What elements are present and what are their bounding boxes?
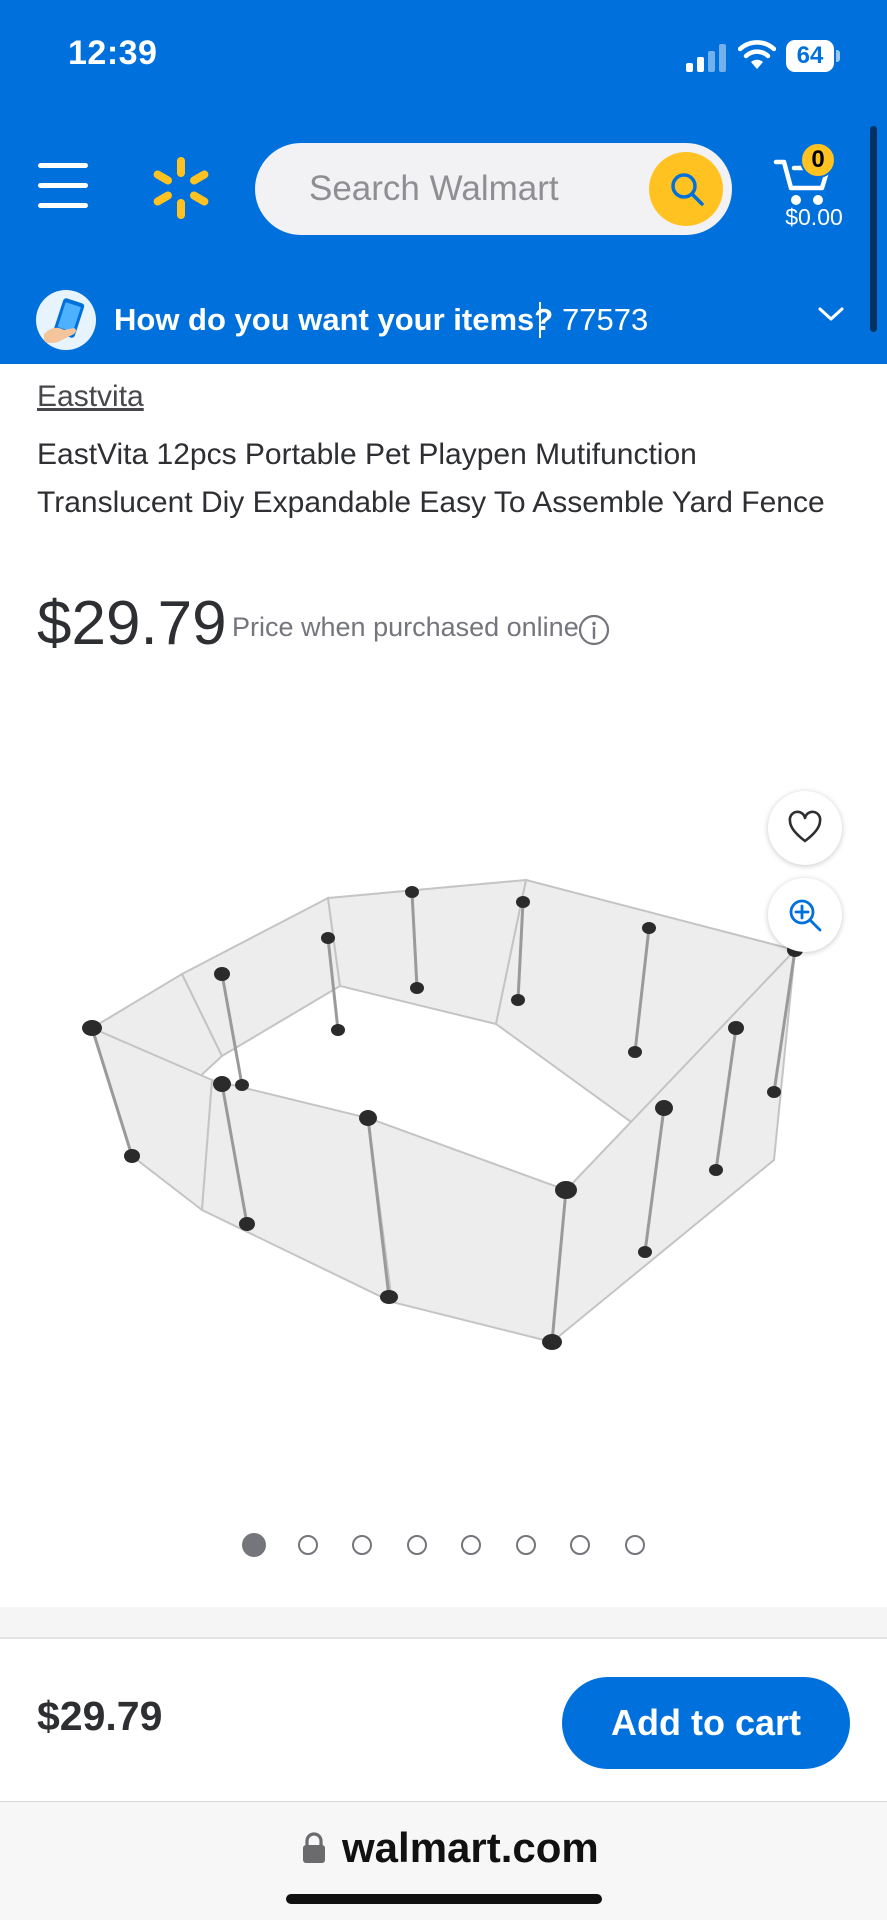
carousel-dot-1[interactable]	[242, 1533, 266, 1557]
status-time: 12:39	[68, 34, 158, 72]
delivery-selector[interactable]: How do you want your items? 77573	[0, 282, 887, 364]
info-icon[interactable]	[578, 614, 610, 646]
product-title: EastVita 12pcs Portable Pet Playpen Muti…	[37, 438, 825, 519]
carousel-dot-2[interactable]	[298, 1535, 318, 1555]
favorite-button[interactable]	[768, 791, 842, 865]
delivery-zip: 77573	[562, 302, 649, 337]
url-text[interactable]: walmart.com	[342, 1824, 599, 1872]
status-bar: 12:39 64	[0, 0, 887, 112]
search-placeholder: Search Walmart	[309, 169, 559, 208]
delivery-question: How do you want your items?	[114, 302, 554, 337]
walmart-spark-logo[interactable]	[148, 155, 214, 221]
carousel-dot-4[interactable]	[407, 1535, 427, 1555]
carousel-dot-5[interactable]	[461, 1535, 481, 1555]
brand-link[interactable]: Eastvita	[37, 380, 144, 414]
add-to-cart-button[interactable]: Add to cart	[562, 1677, 850, 1769]
product-image[interactable]	[60, 840, 820, 1400]
app-header: 12:39 64 Search Walmart 0 $0.00 How do y…	[0, 0, 887, 364]
carousel-dot-8[interactable]	[625, 1535, 645, 1555]
wifi-icon	[738, 40, 776, 69]
scrollbar[interactable]	[870, 126, 877, 332]
search-input[interactable]: Search Walmart	[255, 143, 732, 235]
section-divider	[0, 1607, 887, 1637]
delivery-hand-phone-icon	[36, 290, 96, 350]
zoom-in-icon	[789, 899, 822, 932]
sticky-price: $29.79	[37, 1693, 163, 1739]
delivery-divider	[539, 302, 541, 338]
lock-icon	[303, 1832, 325, 1863]
home-indicator[interactable]	[286, 1894, 602, 1904]
chevron-down-icon	[818, 307, 844, 321]
cellular-signal-icon	[686, 44, 726, 72]
cart-total: $0.00	[785, 204, 843, 230]
price-note: Price when purchased online	[232, 612, 579, 642]
zoom-button[interactable]	[768, 878, 842, 952]
battery-cap	[836, 50, 840, 62]
product-price: $29.79	[37, 589, 227, 658]
search-button[interactable]	[649, 152, 723, 226]
heart-icon	[788, 810, 822, 843]
cart-count-badge: 0	[800, 142, 836, 178]
battery-level: 64	[786, 40, 834, 72]
sticky-cart-bar: $29.79 Add to cart	[0, 1637, 887, 1801]
search-icon	[671, 173, 704, 206]
browser-url-bar[interactable]: walmart.com	[0, 1801, 887, 1920]
menu-button[interactable]	[38, 163, 88, 209]
carousel-dot-3[interactable]	[352, 1535, 372, 1555]
carousel-dot-7[interactable]	[570, 1535, 590, 1555]
carousel-dot-6[interactable]	[516, 1535, 536, 1555]
cart-button[interactable]: 0 $0.00	[764, 140, 864, 236]
